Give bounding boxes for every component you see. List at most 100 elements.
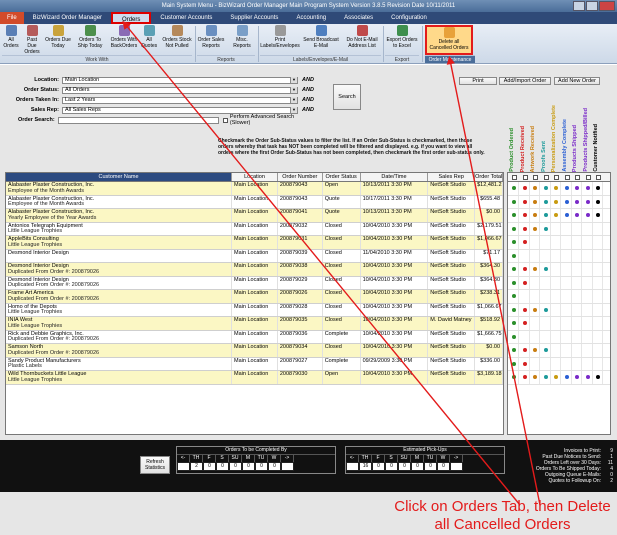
location-select[interactable]: Main Location ▼	[62, 76, 298, 84]
substatus-cell	[521, 276, 530, 289]
status-dot-icon	[585, 213, 590, 217]
column-header[interactable]: Customer Name	[6, 173, 233, 181]
maximize-button[interactable]	[586, 1, 598, 11]
column-header[interactable]: Location	[232, 173, 278, 181]
sales-rep-cell: NetSoft Studio	[428, 249, 476, 262]
substatus-cell	[531, 330, 540, 343]
completed-by-panel: Orders To be Completed By <- TH F S SU M TU W ->…	[176, 446, 336, 474]
table-row[interactable]: Rick and Debbie Graphics, Inc. Duplicated…	[6, 330, 503, 344]
substatus-cell	[563, 344, 572, 357]
prev-day-button[interactable]: <-	[346, 455, 359, 462]
table-row[interactable]: Wild Thornbuckets Little League Little Le…	[6, 371, 503, 385]
substatus-cell	[510, 303, 519, 316]
substatus-filter-checkbox[interactable]	[596, 175, 601, 180]
table-row[interactable]: Sandy Product Manufacturers Plastic Label…	[6, 357, 503, 371]
order-status-select[interactable]: All Orders ▼	[62, 86, 298, 94]
broadcast-email-button[interactable]: Send Broadcast E-Mail	[302, 25, 340, 55]
orders-taken-select[interactable]: Last 2 Years ▼	[62, 96, 298, 104]
misc-reports-button[interactable]: Misc. Reports	[229, 25, 255, 55]
print-button[interactable]: Print	[459, 77, 497, 85]
tab-configuration[interactable]: Configuration	[382, 12, 436, 24]
table-row[interactable]: Desmond Interior Design Main Location 2008…	[6, 249, 503, 263]
minimize-button[interactable]	[573, 1, 585, 11]
substatus-header: Customer Notified	[593, 124, 599, 172]
all-quotes-button[interactable]: All Quotes	[141, 25, 157, 55]
substatus-checkbox-row	[508, 173, 610, 182]
table-row[interactable]: Alabaster Plaster Construction, Inc. Empl…	[6, 195, 503, 209]
next-day-button[interactable]: ->	[450, 455, 463, 462]
column-header[interactable]: Order Number	[278, 173, 323, 181]
table-row[interactable]: Alabaster Plaster Construction, Inc. Empl…	[6, 182, 503, 196]
table-row[interactable]: Homo of the Depots Little League Trophies…	[6, 303, 503, 317]
day-count	[346, 462, 359, 471]
backorders-button[interactable]: Orders With BackOrders	[108, 25, 140, 55]
tab-orders[interactable]: Orders	[111, 12, 152, 24]
tab-supplier-accounts[interactable]: Supplier Accounts	[221, 12, 287, 24]
orders-ship-today-button[interactable]: Orders To Ship Today	[74, 25, 106, 55]
print-labels-button[interactable]: Print Labels/Envelopes	[260, 25, 300, 55]
substatus-cell	[573, 290, 582, 303]
location-cell: Main Location	[232, 276, 278, 289]
table-row[interactable]: Frame Art America Duplicated From Order #…	[6, 290, 503, 304]
ribbon-divider	[383, 26, 384, 62]
table-row[interactable]: Desmond Interior Design Duplicated From O…	[6, 263, 503, 277]
order-search-input[interactable]	[57, 116, 220, 124]
substatus-filter-checkbox[interactable]	[564, 175, 570, 180]
past-due-orders-button[interactable]: Past Due Orders	[22, 25, 42, 55]
sales-rep-select[interactable]: All Sales Reps ▼	[62, 106, 298, 114]
substatus-header: Product Ordered	[509, 128, 515, 172]
tab-bizwizard[interactable]: BizWizard Order Manager	[24, 12, 111, 24]
close-button[interactable]	[599, 1, 615, 11]
orders-due-today-button[interactable]: Orders Due Today	[45, 25, 71, 55]
substatus-cell	[531, 222, 540, 235]
tab-associates[interactable]: Associates	[335, 12, 382, 24]
export-excel-button[interactable]: Export Orders to Excel	[385, 25, 419, 55]
substatus-filter-checkbox[interactable]	[585, 175, 591, 180]
delete-cancelled-orders-button[interactable]: Delete all Cancelled Orders	[425, 25, 473, 55]
table-row[interactable]: Samson North Duplicated From Order #: 200…	[6, 344, 503, 358]
table-row[interactable]: INIA West Little League Trophies Main Loca…	[6, 317, 503, 331]
column-header[interactable]: Sales Rep	[428, 173, 476, 181]
tab-accounting[interactable]: Accounting	[287, 12, 335, 24]
substatus-cell	[510, 249, 519, 262]
substatus-cell	[510, 182, 519, 195]
dropdown-arrow-icon: ▼	[290, 97, 297, 103]
column-header[interactable]: Date/Time	[361, 173, 429, 181]
status-dot-icon	[512, 375, 516, 379]
substatus-filter-checkbox[interactable]	[533, 175, 538, 180]
table-row[interactable]: Desmond Interior Design Duplicated From O…	[6, 276, 503, 290]
substatus-filter-checkbox[interactable]	[512, 175, 517, 180]
substatus-cell	[563, 263, 572, 276]
substatus-row	[508, 195, 610, 209]
status-dot-icon	[533, 375, 537, 379]
substatus-cell	[510, 344, 519, 357]
table-row[interactable]: Alabaster Plaster Construction, Inc. Year…	[6, 209, 503, 223]
substatus-row	[508, 357, 610, 371]
status-dot-icon	[533, 199, 537, 204]
substatus-filter-checkbox[interactable]	[543, 175, 549, 180]
advanced-search-checkbox[interactable]: Perform Advanced Search (Slower)	[223, 114, 309, 126]
tab-file[interactable]: File	[0, 12, 24, 24]
substatus-filter-checkbox[interactable]	[554, 175, 559, 180]
refresh-statistics-button[interactable]: Refresh Statistics	[140, 456, 170, 474]
do-not-email-button[interactable]: Do Not E-Mail Address List	[343, 25, 381, 55]
sales-rep-cell: M. David Matney	[428, 317, 476, 330]
table-row[interactable]: AppleBits Consulting Little League Trophi…	[6, 236, 503, 250]
status-dot-icon	[533, 307, 537, 312]
day-cell: W	[437, 455, 450, 462]
status-dot-icon	[512, 199, 516, 204]
next-day-button[interactable]: ->	[281, 455, 294, 462]
column-header[interactable]: Order Total	[475, 173, 503, 181]
substatus-filter-checkbox[interactable]	[522, 175, 528, 180]
day-cell: W	[268, 455, 281, 462]
table-row[interactable]: Antonios Telegraph Equipment Little Leagu…	[6, 222, 503, 236]
search-button[interactable]: Search	[333, 84, 361, 110]
completed-by-title: Orders To be Completed By	[177, 447, 335, 455]
prev-day-button[interactable]: <-	[177, 455, 190, 462]
substatus-filter-checkbox[interactable]	[575, 175, 580, 180]
tab-customer-accounts[interactable]: Customer Accounts	[151, 12, 221, 24]
sales-reports-button[interactable]: Order Sales Reports	[197, 25, 225, 55]
column-header[interactable]: Order Status	[323, 173, 361, 181]
stock-not-pulled-button[interactable]: Orders Stock Not Pulled	[160, 25, 194, 55]
all-orders-button[interactable]: All Orders	[2, 25, 20, 55]
